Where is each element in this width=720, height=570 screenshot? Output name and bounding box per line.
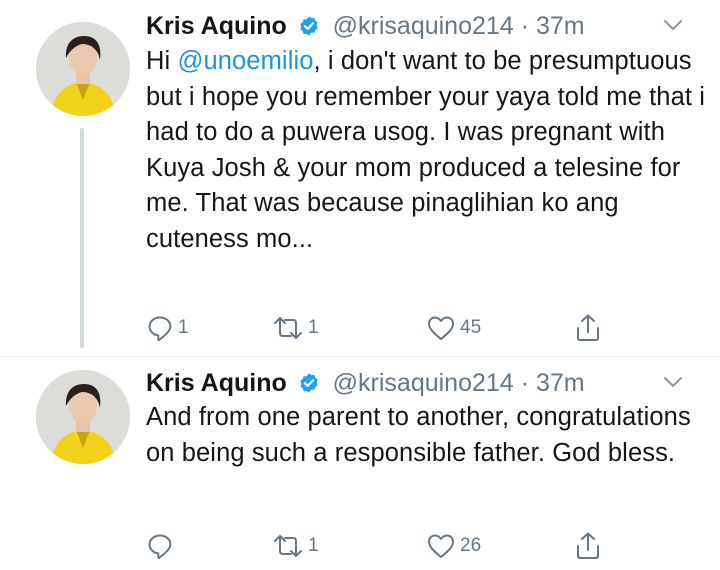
tweet-text: Hi @unoemilio, i don't want to be presum…: [146, 44, 706, 257]
reply-button[interactable]: 1: [146, 312, 189, 344]
share-icon: [577, 532, 599, 559]
tweet[interactable]: Kris Aquino @krisaquino214 · 37m And fro…: [0, 357, 720, 570]
avatar[interactable]: [36, 22, 130, 116]
tweet-text-body: , i don't want to be presumptuous but i …: [146, 47, 706, 253]
heart-icon: [428, 534, 454, 558]
verified-badge-icon: [300, 373, 318, 393]
thread-line: [80, 128, 84, 348]
like-button[interactable]: 45: [426, 312, 481, 344]
heart-icon: [428, 316, 454, 340]
tweet-text-prefix: Hi: [146, 47, 178, 75]
share-icon: [577, 314, 599, 341]
like-button[interactable]: 26: [426, 530, 481, 562]
tweet-header: Kris Aquino @krisaquino214 · 37m: [146, 8, 585, 44]
separator-dot: ·: [520, 12, 529, 40]
verified-badge-icon: [300, 16, 318, 36]
avatar-image: [36, 370, 130, 464]
chevron-down-icon[interactable]: [662, 18, 684, 32]
author-name[interactable]: Kris Aquino: [146, 369, 287, 397]
separator-dot: ·: [520, 369, 529, 397]
retweet-icon: [274, 317, 302, 339]
avatar[interactable]: [36, 370, 130, 464]
author-name[interactable]: Kris Aquino: [146, 12, 287, 40]
tweet-actions: 1 26: [146, 530, 626, 562]
like-count: 45: [460, 317, 482, 338]
author-handle[interactable]: @krisaquino214: [333, 369, 514, 397]
share-button[interactable]: [574, 312, 602, 344]
retweet-count: 1: [308, 317, 319, 338]
retweet-icon: [274, 535, 302, 557]
tweet-actions: 1 1 45: [146, 312, 626, 344]
retweet-button[interactable]: 1: [272, 312, 319, 344]
mention-link[interactable]: @unoemilio: [177, 47, 313, 75]
timestamp[interactable]: 37m: [536, 12, 585, 40]
retweet-button[interactable]: 1: [272, 530, 319, 562]
tweet-text: And from one parent to another, congratu…: [146, 403, 691, 467]
avatar-image: [36, 22, 130, 116]
share-button[interactable]: [574, 530, 602, 562]
reply-button[interactable]: [146, 530, 178, 562]
reply-count: 1: [178, 317, 189, 338]
timestamp[interactable]: 37m: [536, 369, 585, 397]
reply-icon: [148, 534, 172, 559]
chevron-down-icon[interactable]: [662, 375, 684, 389]
reply-icon: [148, 316, 172, 341]
retweet-count: 1: [308, 535, 319, 556]
tweet[interactable]: Kris Aquino @krisaquino214 · 37m Hi @uno…: [0, 0, 720, 357]
tweet-header: Kris Aquino @krisaquino214 · 37m: [146, 365, 585, 401]
like-count: 26: [460, 535, 482, 556]
author-handle[interactable]: @krisaquino214: [333, 12, 514, 40]
